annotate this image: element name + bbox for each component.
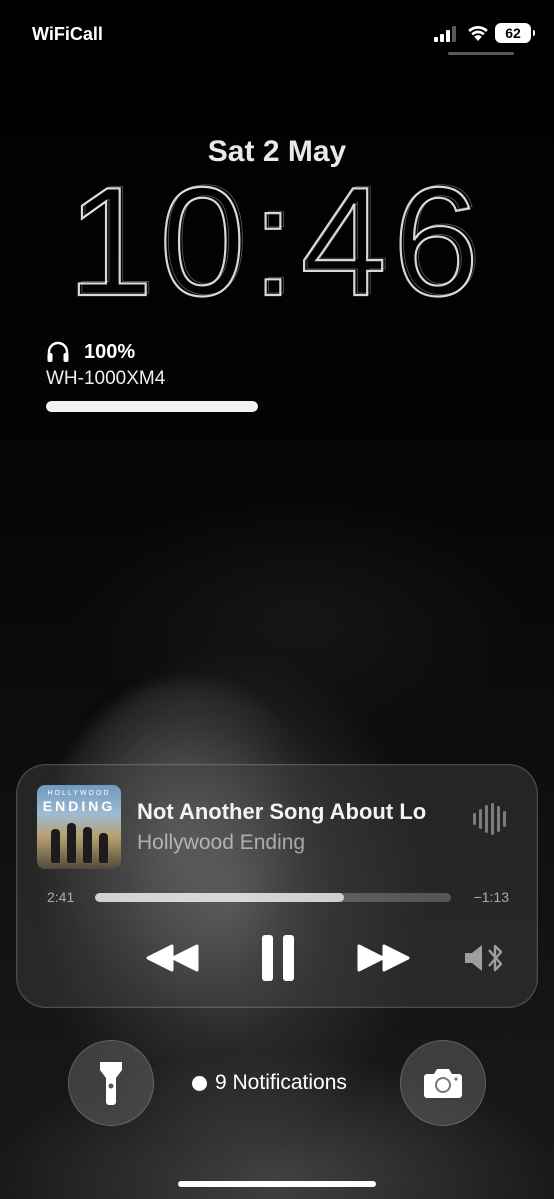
pause-button[interactable] — [253, 933, 303, 983]
svg-text:10:46: 10:46 — [70, 175, 486, 305]
lock-time: 10:46 10:46 — [66, 153, 486, 330]
battery-indicator: 62 — [495, 23, 535, 43]
carrier-label: WiFiCall — [32, 24, 103, 44]
artist-name: Hollywood Ending — [137, 831, 306, 854]
headphones-battery-bar-fill — [46, 401, 258, 412]
flashlight-icon — [100, 1062, 122, 1105]
flashlight-button[interactable] — [68, 1040, 154, 1126]
cellular-signal-icon — [434, 26, 460, 42]
home-indicator[interactable] — [178, 1181, 376, 1187]
status-bar: WiFiCall 62 — [0, 0, 554, 60]
speaker-bluetooth-icon — [465, 944, 503, 972]
playback-scrubber-fill — [95, 893, 345, 902]
elapsed-time: 2:41 — [47, 889, 75, 905]
rewind-icon — [146, 944, 199, 972]
camera-icon — [424, 1069, 462, 1098]
headphones-battery-percent: 100% — [84, 340, 136, 363]
headphones-device-name: WH-1000XM4 — [46, 368, 166, 389]
waveform-icon — [473, 803, 507, 835]
fast-forward-icon — [357, 944, 410, 972]
headphones-battery-widget[interactable]: 100% — [46, 340, 135, 364]
headphones-icon — [47, 341, 69, 362]
album-art[interactable]: HOLLYWOOD ENDING — [37, 785, 121, 869]
now-playing-widget[interactable]: HOLLYWOOD ENDING Not Another Song About … — [16, 764, 538, 1008]
pause-icon — [262, 935, 294, 981]
wifi-icon — [468, 25, 488, 41]
notifications-indicator[interactable]: 9 Notifications — [192, 1070, 347, 1096]
notification-dot — [192, 1075, 207, 1091]
fast-forward-button[interactable] — [353, 933, 413, 983]
lock-date: Sat 2 May — [207, 135, 347, 168]
song-title: Not Another Song About Lo — [137, 799, 427, 824]
album-art-text-top: HOLLYWOOD — [47, 790, 111, 797]
album-art-text-main: ENDING — [42, 798, 116, 814]
camera-button[interactable] — [400, 1040, 486, 1126]
playback-scrubber[interactable] — [95, 893, 451, 902]
remaining-time: −1:13 — [473, 889, 509, 905]
rewind-button[interactable] — [143, 933, 203, 983]
control-center-grabber[interactable] — [448, 52, 514, 55]
notifications-label: 9 Notifications — [215, 1071, 347, 1094]
audio-output-button[interactable] — [463, 933, 507, 983]
headphones-battery-bar — [46, 401, 258, 412]
